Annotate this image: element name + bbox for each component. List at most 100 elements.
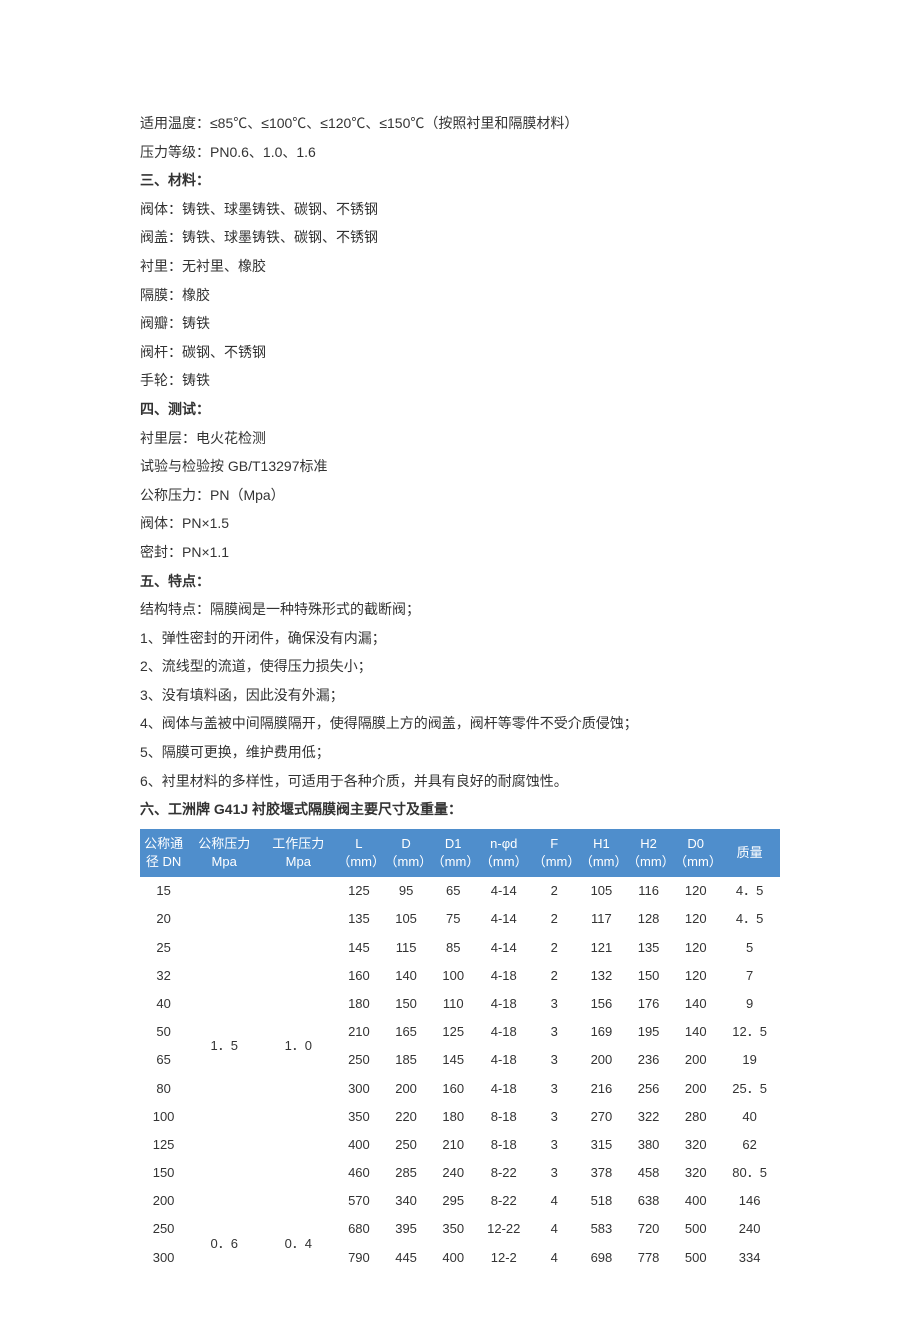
cell-L: 145: [335, 934, 382, 962]
cell-D: 395: [383, 1215, 430, 1243]
cell-wt: 240: [719, 1215, 780, 1243]
cell-D0: 200: [672, 1075, 719, 1103]
th-pnom: 公称压力 Mpa: [187, 829, 261, 877]
cell-F: 3: [531, 1046, 578, 1074]
cell-D1: 350: [430, 1215, 477, 1243]
cell-L: 680: [335, 1215, 382, 1243]
cell-D: 250: [383, 1131, 430, 1159]
cell-D: 445: [383, 1244, 430, 1272]
cell-D: 340: [383, 1187, 430, 1215]
cell-nphi: 4-18: [477, 1046, 531, 1074]
cell-dn: 100: [140, 1103, 187, 1131]
cell-nphi: 4-14: [477, 905, 531, 933]
cell-D: 285: [383, 1159, 430, 1187]
cell-F: 3: [531, 990, 578, 1018]
cell-D0: 140: [672, 990, 719, 1018]
cell-D0: 140: [672, 1018, 719, 1046]
cell-H2: 176: [625, 990, 672, 1018]
cell-D0: 120: [672, 934, 719, 962]
text-line: 阀杆：碳钢、不锈钢: [140, 339, 780, 366]
cell-wt: 5: [719, 934, 780, 962]
section-3-body: 阀体：铸铁、球墨铸铁、碳钢、不锈钢 阀盖：铸铁、球墨铸铁、碳钢、不锈钢 衬里：无…: [140, 196, 780, 394]
cell-nphi: 4-14: [477, 877, 531, 905]
cell-D1: 160: [430, 1075, 477, 1103]
cell-wt: 4．5: [719, 905, 780, 933]
cell-D0: 500: [672, 1244, 719, 1272]
cell-wt: 9: [719, 990, 780, 1018]
cell-L: 125: [335, 877, 382, 905]
text-line: 2、流线型的流道，使得压力损失小；: [140, 653, 780, 680]
cell-D1: 75: [430, 905, 477, 933]
cell-L: 135: [335, 905, 382, 933]
cell-D: 185: [383, 1046, 430, 1074]
cell-H2: 458: [625, 1159, 672, 1187]
cell-pnom: 0．6: [187, 1215, 261, 1271]
th-H2: H2 （mm）: [625, 829, 672, 877]
cell-H2: 128: [625, 905, 672, 933]
cell-H1: 132: [578, 962, 625, 990]
cell-D0: 320: [672, 1131, 719, 1159]
cell-D: 150: [383, 990, 430, 1018]
section-3-title: 三、材料：: [140, 167, 780, 194]
cell-D0: 120: [672, 962, 719, 990]
cell-L: 180: [335, 990, 382, 1018]
cell-D1: 180: [430, 1103, 477, 1131]
table-header: 公称通径 DN 公称压力 Mpa 工作压力 Mpa L （mm） D （mm） …: [140, 829, 780, 877]
cell-nphi: 4-18: [477, 962, 531, 990]
cell-L: 300: [335, 1075, 382, 1103]
text-line: 3、没有填料函，因此没有外漏；: [140, 682, 780, 709]
cell-D1: 210: [430, 1131, 477, 1159]
cell-L: 570: [335, 1187, 382, 1215]
cell-dn: 40: [140, 990, 187, 1018]
cell-wt: 4．5: [719, 877, 780, 905]
cell-D1: 295: [430, 1187, 477, 1215]
cell-D1: 85: [430, 934, 477, 962]
cell-H2: 135: [625, 934, 672, 962]
cell-wt: 7: [719, 962, 780, 990]
cell-dn: 25: [140, 934, 187, 962]
cell-F: 4: [531, 1244, 578, 1272]
section-4-body: 衬里层：电火花检测 试验与检验按 GB/T13297标准 公称压力：PN（Mpa…: [140, 425, 780, 566]
cell-F: 2: [531, 962, 578, 990]
cell-wt: 12．5: [719, 1018, 780, 1046]
cell-H2: 236: [625, 1046, 672, 1074]
cell-nphi: 4-18: [477, 1075, 531, 1103]
cell-H1: 117: [578, 905, 625, 933]
th-wt: 质量: [719, 829, 780, 877]
text-line: 阀瓣：铸铁: [140, 310, 780, 337]
cell-D0: 280: [672, 1103, 719, 1131]
cell-pnom: 1．5: [187, 877, 261, 1215]
cell-L: 160: [335, 962, 382, 990]
cell-wt: 25．5: [719, 1075, 780, 1103]
cell-H1: 200: [578, 1046, 625, 1074]
cell-F: 2: [531, 905, 578, 933]
th-D0: D0 （mm）: [672, 829, 719, 877]
cell-D0: 120: [672, 905, 719, 933]
cell-D0: 500: [672, 1215, 719, 1243]
section-5-title: 五、特点：: [140, 568, 780, 595]
th-pwork: 工作压力 Mpa: [261, 829, 335, 877]
cell-wt: 334: [719, 1244, 780, 1272]
cell-F: 3: [531, 1075, 578, 1103]
cell-H2: 380: [625, 1131, 672, 1159]
cell-dn: 65: [140, 1046, 187, 1074]
th-F: F （mm）: [531, 829, 578, 877]
th-H1: H1 （mm）: [578, 829, 625, 877]
cell-D1: 110: [430, 990, 477, 1018]
cell-wt: 80．5: [719, 1159, 780, 1187]
cell-nphi: 4-14: [477, 934, 531, 962]
cell-wt: 62: [719, 1131, 780, 1159]
cell-H2: 195: [625, 1018, 672, 1046]
text-line: 结构特点：隔膜阀是一种特殊形式的截断阀；: [140, 596, 780, 623]
th-D1: D1 （mm）: [430, 829, 477, 877]
cell-wt: 40: [719, 1103, 780, 1131]
cell-H2: 116: [625, 877, 672, 905]
cell-H2: 256: [625, 1075, 672, 1103]
section-4-title: 四、测试：: [140, 396, 780, 423]
cell-nphi: 4-18: [477, 990, 531, 1018]
cell-nphi: 8-22: [477, 1187, 531, 1215]
text-line: 6、衬里材料的多样性，可适用于各种介质，并具有良好的耐腐蚀性。: [140, 768, 780, 795]
table-row: 151．51．012595654-1421051161204．5: [140, 877, 780, 905]
th-nphi: n-φd （mm）: [477, 829, 531, 877]
cell-nphi: 8-18: [477, 1131, 531, 1159]
